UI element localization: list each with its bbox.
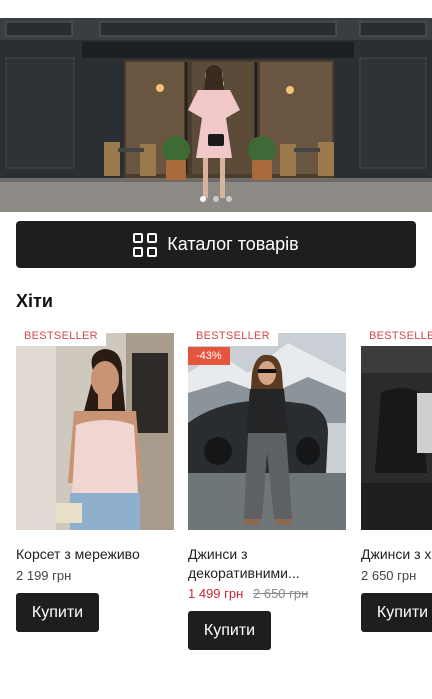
product-old-price: 2 650 грн <box>253 586 309 601</box>
slider-dot[interactable] <box>226 196 232 202</box>
product-name[interactable]: Джинси з декоративними... <box>188 545 348 583</box>
product-image[interactable] <box>16 333 174 530</box>
bestseller-badge: BESTSELLER <box>16 325 106 346</box>
bestseller-badge: BESTSELLER <box>188 325 278 346</box>
product-name[interactable]: Корсет з мереживо <box>16 545 176 564</box>
slider-dot[interactable] <box>200 196 206 202</box>
slider-dot[interactable] <box>213 196 219 202</box>
product-price: 1 499 грн <box>188 586 244 601</box>
catalog-button-label: Каталог товарів <box>167 234 299 254</box>
slider-dots <box>0 196 432 202</box>
catalog-button[interactable]: Каталог товарів <box>16 221 416 268</box>
grid-icon <box>133 232 158 257</box>
buy-button[interactable]: Купити <box>188 611 271 650</box>
product-image[interactable] <box>361 333 432 530</box>
bestseller-badge: BESTSELLER <box>361 325 432 346</box>
hero-banner[interactable] <box>0 18 432 212</box>
buy-button[interactable]: Купити <box>16 593 99 632</box>
buy-button[interactable]: Купити <box>361 593 432 632</box>
product-name[interactable]: Джинси з х <box>361 545 432 564</box>
section-title: Хіти <box>16 291 53 311</box>
hero-image <box>0 18 432 212</box>
product-price: 2 199 грн <box>16 568 72 583</box>
discount-badge: -43% <box>188 347 230 365</box>
product-price: 2 650 грн <box>361 568 417 583</box>
products-carousel[interactable]: BESTSELLER Корсет з мереживо 2 199 грн К… <box>0 325 432 699</box>
